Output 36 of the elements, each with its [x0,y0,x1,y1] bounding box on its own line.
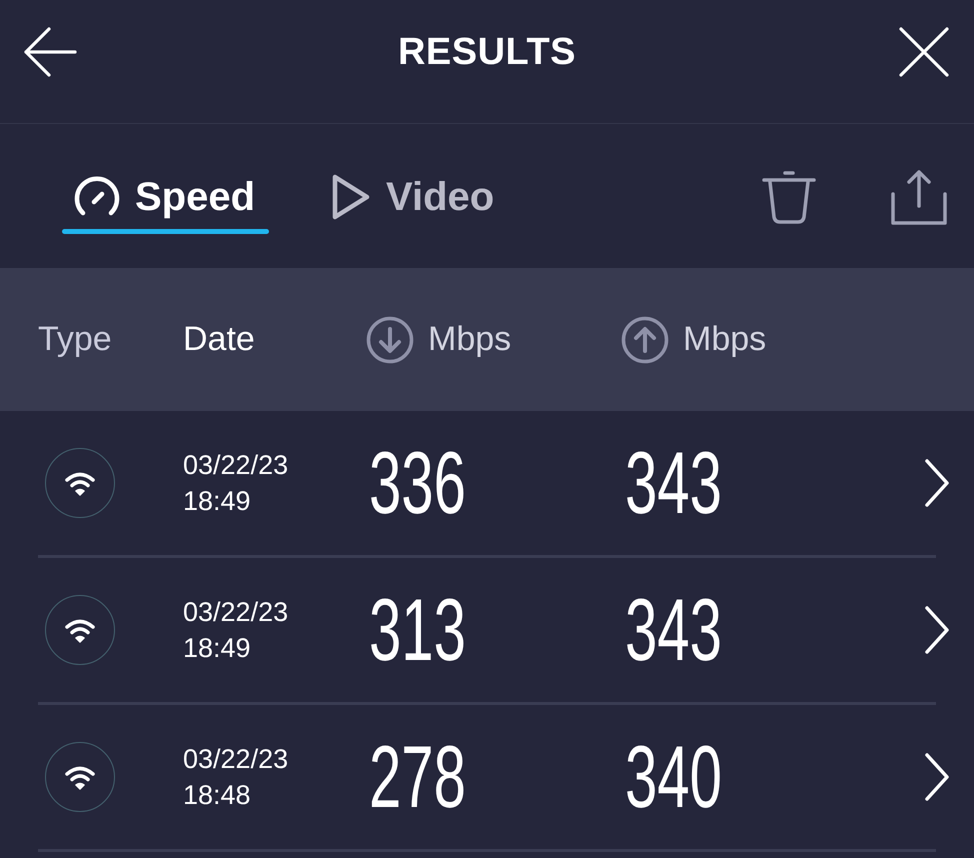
time-text: 18:49 [183,485,252,518]
arrow-down-circle-icon [366,316,414,364]
date-text: 03/22/23 [183,449,290,482]
chevron-right-icon [923,605,950,655]
tab[interactable]: Video [319,165,508,237]
delete-button[interactable] [760,169,818,225]
chevron-right-icon [923,458,950,508]
close-icon [898,27,950,77]
wifi-icon [45,595,115,665]
share-icon [890,168,948,226]
trash-icon [760,169,818,225]
time-text: 18:48 [183,779,252,812]
upload-speed-value: 340 [625,742,722,812]
share-button[interactable] [890,168,948,226]
arrow-up-circle-icon [621,316,669,364]
column-header: Mbps [683,319,766,360]
column-header: Type [38,319,112,360]
date-text: 03/22/23 [183,743,290,776]
date-text: 03/22/23 [183,596,290,629]
upload-speed-value: 343 [625,448,722,518]
download-speed-value: 313 [369,594,466,666]
column-header: Date [183,319,255,360]
open-result-button[interactable] [923,605,950,655]
column-header: Mbps [428,319,512,360]
download-speed-value: 278 [369,742,466,812]
download-speed-value: 336 [369,448,466,518]
screen-title: RESULTS [398,30,576,74]
open-result-button[interactable] [923,752,950,802]
back-arrow-icon [23,26,77,78]
open-result-button[interactable] [923,458,950,508]
chevron-right-icon [923,752,950,802]
wifi-icon [45,742,115,812]
wifi-icon [45,448,115,518]
time-text: 18:49 [183,632,252,665]
tab[interactable]: Speed [62,165,270,237]
upload-speed-value: 343 [625,594,722,666]
